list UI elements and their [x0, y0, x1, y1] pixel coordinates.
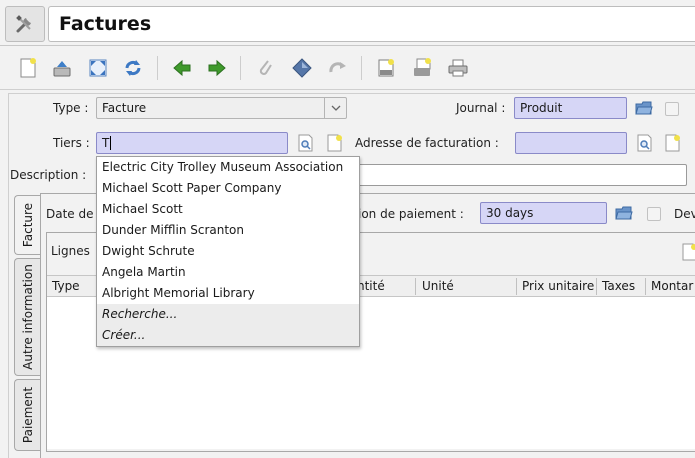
tools-icon — [5, 6, 45, 42]
devise-label: Dev — [674, 207, 695, 221]
journal-field[interactable]: Produit — [514, 97, 627, 119]
redo-icon[interactable] — [326, 56, 350, 80]
column-taxes[interactable]: Taxes — [602, 279, 635, 293]
column-quantite[interactable]: ntité — [357, 279, 385, 293]
page-title: Factures — [59, 13, 152, 35]
chevron-down-icon — [324, 98, 346, 118]
tab-paiement[interactable]: Paiement — [14, 379, 41, 451]
date-label: Date de — [46, 207, 94, 221]
tiers-input[interactable]: T — [96, 132, 288, 154]
list-item[interactable]: Michael Scott Paper Company — [97, 178, 359, 199]
list-item[interactable]: Albright Memorial Library — [97, 283, 359, 304]
type-label: Type : — [53, 101, 89, 115]
search-icon[interactable] — [296, 133, 316, 153]
column-prix-unitaire[interactable]: Prix unitaire — [522, 279, 594, 293]
list-item[interactable]: Dunder Mifflin Scranton — [97, 220, 359, 241]
fullscreen-icon[interactable] — [86, 56, 110, 80]
list-item[interactable]: Angela Martin — [97, 262, 359, 283]
search-icon[interactable] — [635, 133, 655, 153]
condition-checkbox[interactable] — [647, 207, 661, 221]
email-icon[interactable] — [410, 56, 434, 80]
new-line-icon[interactable] — [680, 242, 695, 262]
attachment-icon[interactable] — [253, 56, 277, 80]
tab-facture[interactable]: Facture — [14, 195, 41, 255]
create-option[interactable]: Créer... — [97, 325, 359, 346]
save-icon[interactable] — [50, 56, 74, 80]
reload-icon[interactable] — [121, 56, 145, 80]
description-label: Description : — [10, 168, 87, 182]
new-record-icon[interactable] — [16, 56, 40, 80]
adresse-label: Adresse de facturation : — [355, 136, 499, 150]
report-icon[interactable] — [374, 56, 398, 80]
lines-label: Lignes — [51, 244, 90, 258]
previous-arrow-icon[interactable] — [170, 56, 194, 80]
search-more-option[interactable]: Recherche... — [97, 304, 359, 325]
adresse-input[interactable] — [515, 132, 627, 154]
condition-paiement-label: ion de paiement : — [358, 207, 464, 221]
folder-open-icon[interactable] — [614, 203, 634, 223]
action-icon[interactable] — [290, 56, 314, 80]
print-icon[interactable] — [446, 56, 470, 80]
list-item[interactable]: Electric City Trolley Museum Association — [97, 157, 359, 178]
tiers-label: Tiers : — [53, 136, 90, 150]
list-item[interactable]: Michael Scott — [97, 199, 359, 220]
new-document-icon[interactable] — [663, 133, 683, 153]
window-header: Factures — [0, 0, 695, 46]
toolbar — [0, 46, 695, 90]
tiers-autocomplete-dropdown: Electric City Trolley Museum Association… — [96, 156, 360, 347]
type-select[interactable]: Facture — [96, 97, 347, 119]
list-item[interactable]: Dwight Schrute — [97, 241, 359, 262]
next-arrow-icon[interactable] — [205, 56, 229, 80]
new-document-icon[interactable] — [325, 133, 345, 153]
tab-autre-information[interactable]: Autre information — [14, 258, 41, 376]
journal-label: Journal : — [456, 101, 506, 115]
condition-paiement-field[interactable]: 30 days — [480, 202, 607, 224]
column-montant[interactable]: Montar — [651, 279, 693, 293]
folder-open-icon[interactable] — [634, 98, 654, 118]
journal-checkbox[interactable] — [665, 102, 679, 116]
column-type[interactable]: Type — [52, 279, 80, 293]
column-unite[interactable]: Unité — [422, 279, 454, 293]
